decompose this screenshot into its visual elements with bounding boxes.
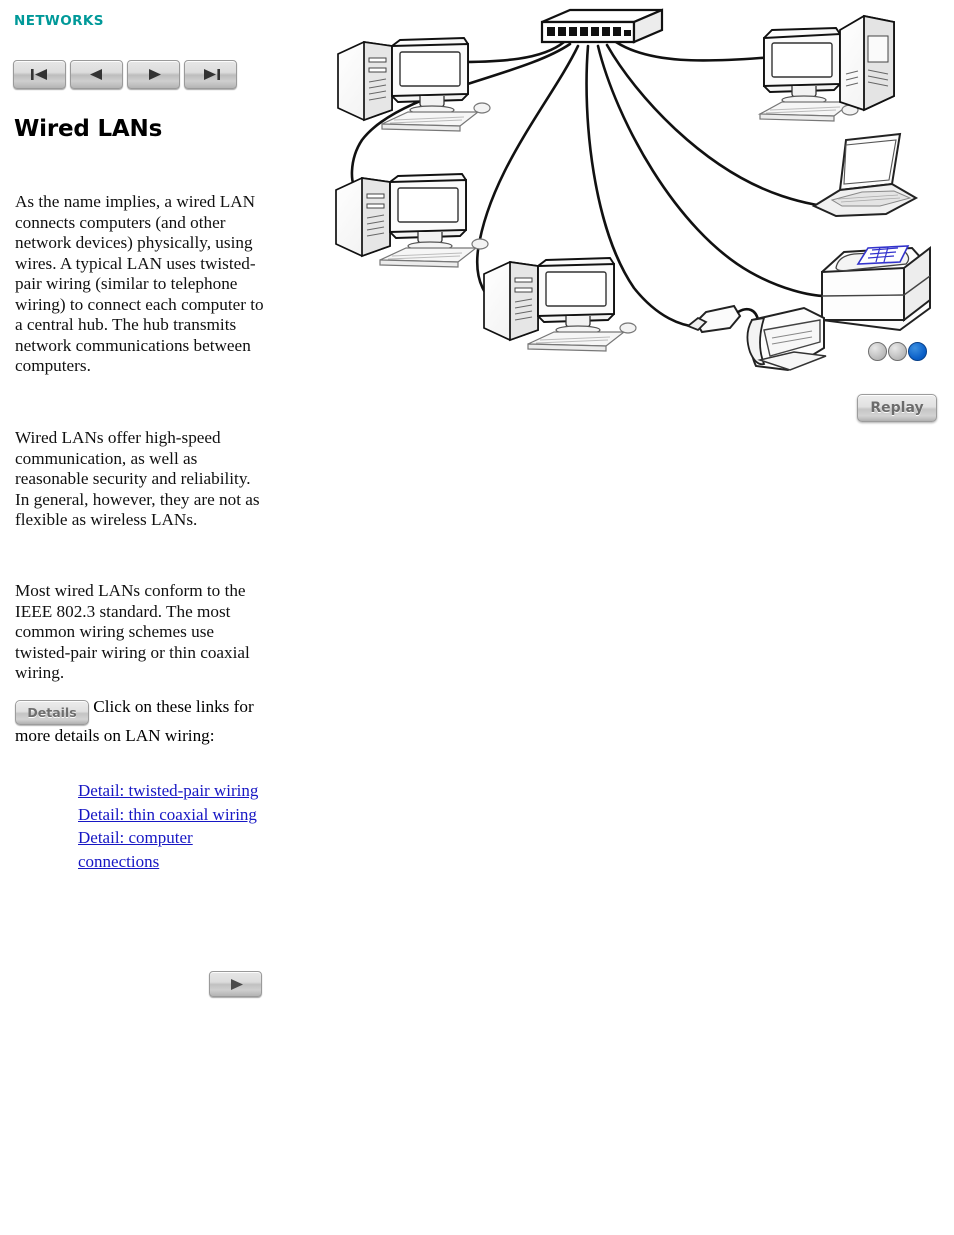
last-page-button[interactable]	[184, 60, 237, 89]
laser-printer-right	[821, 245, 931, 332]
triangle-right-icon	[230, 978, 243, 990]
next-page-button[interactable]	[127, 60, 180, 89]
replay-button[interactable]: Replay	[857, 394, 937, 422]
wired-lan-diagram	[335, 8, 931, 372]
previous-page-button[interactable]	[70, 60, 123, 89]
triangle-right-icon	[148, 69, 161, 80]
details-button[interactable]: Details	[15, 700, 89, 725]
cable-to-top-left-pc	[454, 40, 566, 64]
desktop-computer-top-left	[337, 37, 491, 132]
paragraph-intro: As the name implies, a wired LAN connect…	[15, 192, 264, 376]
link-thin-coaxial-wiring[interactable]: Detail: thin coaxial wiring	[78, 803, 268, 827]
details-block: Details Click on these links for more de…	[15, 696, 273, 747]
network-hub	[540, 8, 664, 44]
desktop-computer-top-right	[759, 15, 895, 122]
paragraph-advantages: Wired LANs offer high-speed communicatio…	[15, 428, 260, 530]
step-dot-3[interactable]	[908, 342, 927, 361]
navigation-button-bar	[13, 60, 237, 89]
first-page-button[interactable]	[13, 60, 66, 89]
paragraph-standards: Most wired LANs conform to the IEEE 802.…	[15, 581, 250, 683]
play-animation-button[interactable]	[209, 971, 262, 997]
laptop-computer-right	[811, 132, 919, 218]
triangle-left-icon	[89, 69, 102, 80]
print-server-adapter	[686, 304, 760, 334]
inkjet-printer-bottom-right	[746, 306, 827, 372]
detail-links-list: Detail: twisted-pair wiring Detail: thin…	[78, 779, 268, 873]
step-indicator	[868, 342, 927, 361]
desktop-computer-bottom-center	[483, 257, 637, 352]
step-dot-1[interactable]	[868, 342, 887, 361]
content-column: NETWORKS Wired LANs As the name implies,…	[0, 0, 300, 1235]
step-dot-2[interactable]	[888, 342, 907, 361]
skip-back-icon	[30, 69, 47, 80]
skip-forward-icon	[203, 69, 220, 80]
network-diagram-panel: Replay	[320, 0, 954, 440]
page-title: Wired LANs	[14, 116, 163, 142]
desktop-computer-middle-left	[335, 173, 489, 268]
link-twisted-pair-wiring[interactable]: Detail: twisted-pair wiring	[78, 779, 268, 803]
printed-document-icon	[856, 245, 910, 265]
link-computer-connections[interactable]: Detail: computer connections	[78, 826, 268, 873]
section-label: NETWORKS	[14, 13, 104, 29]
